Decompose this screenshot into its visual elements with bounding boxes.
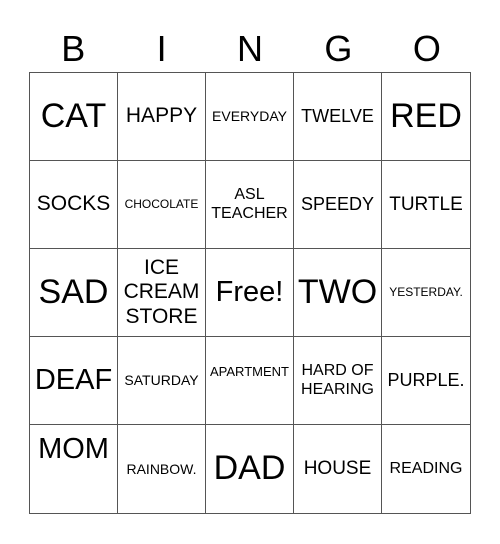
cell-text: APARTMENT <box>210 364 289 379</box>
header-letter-g: G <box>324 28 353 69</box>
cell-text: RAINBOW. <box>126 460 197 477</box>
bingo-grid: CAT HAPPY EVERYDAY TWELVE RED SOCKS CHOC… <box>29 72 471 514</box>
bingo-cell[interactable]: CHOCOLATE <box>118 161 206 249</box>
cell-text: HARD OF HEARING <box>301 362 374 398</box>
cell-text: RED <box>390 96 462 135</box>
bingo-cell[interactable]: TWO <box>294 249 382 337</box>
bingo-cell[interactable]: TWELVE <box>294 73 382 161</box>
cell-text: HAPPY <box>125 104 198 128</box>
bingo-cell[interactable]: APARTMENT <box>206 337 294 425</box>
header-letter-b: B <box>61 28 86 69</box>
bingo-cell[interactable]: ASL TEACHER <box>206 161 294 249</box>
bingo-cell[interactable]: YESTERDAY. <box>382 249 470 337</box>
cell-text: DAD <box>213 449 286 488</box>
cell-text: SOCKS <box>36 192 111 216</box>
cell-text: MOM <box>38 433 109 465</box>
cell-text: HOUSE <box>303 458 372 480</box>
bingo-cell[interactable]: DAD <box>206 425 294 513</box>
bingo-header: B I N G O <box>29 26 471 72</box>
bingo-cell[interactable]: SAD <box>30 249 118 337</box>
bingo-cell[interactable]: READING <box>382 425 470 513</box>
cell-text: SATURDAY <box>124 372 199 389</box>
cell-text: EVERYDAY <box>212 108 287 125</box>
bingo-cell[interactable]: HAPPY <box>118 73 206 161</box>
bingo-cell[interactable]: SPEEDY <box>294 161 382 249</box>
bingo-cell[interactable]: EVERYDAY <box>206 73 294 161</box>
cell-text: ICE CREAM STORE <box>123 256 200 328</box>
cell-text: TURTLE <box>389 193 463 215</box>
bingo-cell[interactable]: SOCKS <box>30 161 118 249</box>
cell-text: TWELVE <box>301 106 374 127</box>
cell-text: READING <box>389 459 463 477</box>
cell-text: PURPLE. <box>387 370 465 391</box>
bingo-cell[interactable]: RAINBOW. <box>118 425 206 513</box>
cell-text: ASL TEACHER <box>211 186 288 222</box>
cell-text: DEAF <box>34 363 113 396</box>
bingo-cell[interactable]: RED <box>382 73 470 161</box>
bingo-cell[interactable]: PURPLE. <box>382 337 470 425</box>
cell-text: SAD <box>38 272 109 311</box>
cell-text: CHOCOLATE <box>124 196 199 211</box>
free-space-text: Free! <box>215 275 284 308</box>
free-space-cell[interactable]: Free! <box>206 249 294 337</box>
bingo-cell[interactable]: TURTLE <box>382 161 470 249</box>
bingo-cell[interactable]: DEAF <box>30 337 118 425</box>
header-letter-o: O <box>412 28 441 69</box>
bingo-cell[interactable]: MOM <box>30 425 118 513</box>
header-letter-i: I <box>156 28 167 69</box>
bingo-cell[interactable]: HOUSE <box>294 425 382 513</box>
bingo-cell[interactable]: CAT <box>30 73 118 161</box>
cell-text: YESTERDAY. <box>389 284 463 299</box>
bingo-cell[interactable]: HARD OF HEARING <box>294 337 382 425</box>
cell-text: CAT <box>40 96 107 135</box>
bingo-cell[interactable]: ICE CREAM STORE <box>118 249 206 337</box>
cell-text: TWO <box>297 272 378 311</box>
header-letter-n: N <box>237 28 264 69</box>
cell-text: SPEEDY <box>300 194 375 215</box>
bingo-cell[interactable]: SATURDAY <box>118 337 206 425</box>
